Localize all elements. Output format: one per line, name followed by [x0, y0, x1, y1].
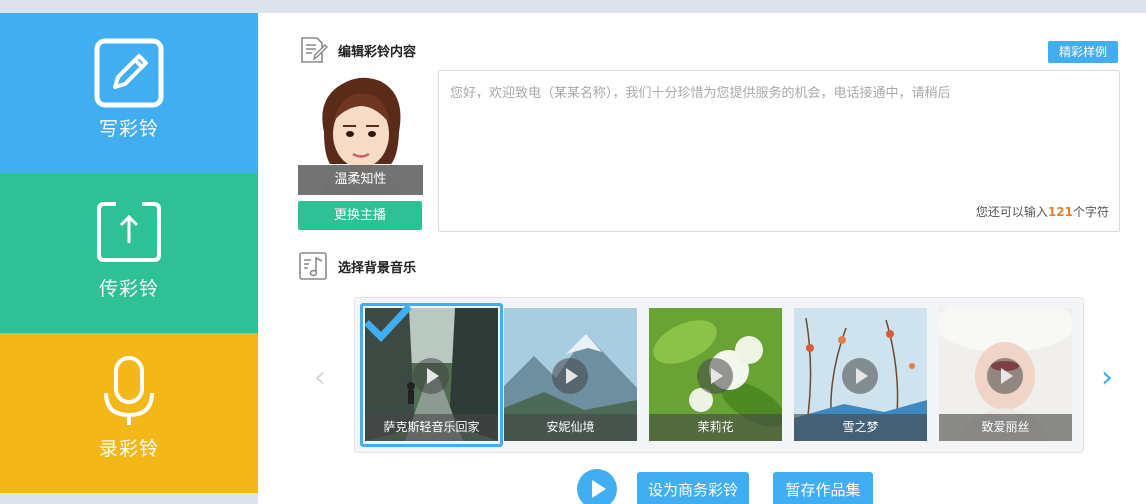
carousel-prev-button[interactable]: ‹ [314, 363, 326, 393]
microphone-icon [104, 356, 154, 425]
sidebar: 写彩铃 传彩铃 录彩铃 [0, 13, 258, 493]
play-icon[interactable] [552, 358, 588, 394]
checkmark-icon [365, 305, 411, 343]
text-input-placeholder: 您好，欢迎致电（某某名称），我们十分珍惜为您提供服务的机会，电话接通中，请稍后 [450, 86, 951, 101]
music-track[interactable]: 雪之梦 [794, 308, 927, 441]
music-section-header: 选择背景音乐 [298, 251, 416, 281]
ringtone-text-input[interactable]: 您好，欢迎致电（某某名称），我们十分珍惜为您提供服务的机会，电话接通中，请稍后 … [438, 70, 1120, 232]
sidebar-item-label: 写彩铃 [98, 118, 159, 140]
set-business-ringtone-button[interactable]: 设为商务彩铃 [637, 472, 749, 504]
page: 写彩铃 传彩铃 录彩铃 编辑彩铃内容 精彩样例 温柔知性 更换主播 您好，欢迎致… [0, 0, 1146, 504]
upload-arrow-icon [97, 202, 161, 262]
main-panel: 编辑彩铃内容 精彩样例 温柔知性 更换主播 您好，欢迎致电（某某名称），我们十分… [258, 13, 1146, 504]
edit-pencil-icon [94, 38, 164, 108]
sidebar-item-label: 录彩铃 [98, 438, 159, 460]
anchor-name: 温柔知性 [298, 165, 423, 195]
music-file-icon [299, 252, 327, 280]
counter-value: 121 [1047, 205, 1073, 219]
carousel-next-button[interactable]: › [1101, 363, 1113, 393]
sidebar-item-record[interactable]: 录彩铃 [0, 333, 258, 493]
sidebar-item-upload[interactable]: 传彩铃 [0, 173, 258, 333]
sample-button[interactable]: 精彩样例 [1048, 41, 1118, 63]
counter-suffix: 个字符 [1072, 205, 1109, 219]
edit-section-title: 编辑彩铃内容 [338, 44, 417, 60]
track-name: 安妮仙境 [504, 414, 637, 441]
document-edit-icon [301, 37, 328, 63]
char-counter: 您还可以输入121个字符 [976, 203, 1109, 220]
track-name: 茉莉花 [649, 414, 782, 441]
music-track[interactable]: 致爱丽丝 [939, 308, 1072, 441]
save-draft-button[interactable]: 暂存作品集 [773, 472, 873, 504]
music-track[interactable]: 茉莉花 [649, 308, 782, 441]
play-icon[interactable] [577, 469, 617, 504]
sidebar-item-write[interactable]: 写彩铃 [0, 13, 258, 173]
play-icon[interactable] [697, 358, 733, 394]
change-anchor-button[interactable]: 更换主播 [298, 201, 422, 230]
counter-prefix: 您还可以输入 [975, 205, 1048, 219]
play-icon[interactable] [987, 358, 1023, 394]
sidebar-item-label: 传彩铃 [98, 278, 159, 300]
play-icon[interactable] [842, 358, 878, 394]
music-track[interactable]: 安妮仙境 [504, 308, 637, 441]
track-name: 致爱丽丝 [939, 414, 1072, 441]
edit-section-header: 编辑彩铃内容 [298, 35, 416, 65]
track-name: 雪之梦 [794, 414, 927, 441]
music-section-title: 选择背景音乐 [338, 260, 417, 276]
top-strip [0, 0, 1146, 13]
